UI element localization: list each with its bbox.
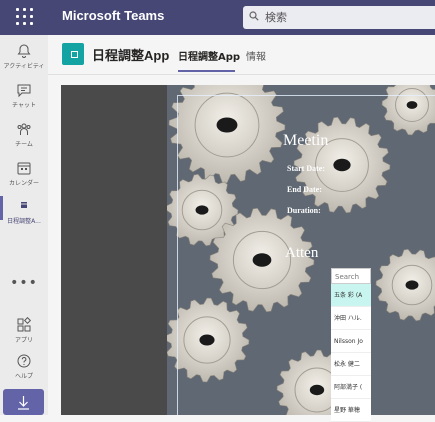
scheduler-app-icon — [21, 202, 27, 208]
search-icon — [249, 11, 259, 21]
calendar-icon — [17, 162, 31, 175]
rail-item-teams[interactable]: チーム — [0, 121, 48, 148]
app-header-title: 日程調整App — [92, 48, 170, 63]
app-content: Meetin Start Date: End Date: Duration: A… — [61, 85, 435, 415]
tab-about[interactable]: 情報 — [246, 48, 266, 63]
rail-item-help[interactable]: ヘルプ — [0, 353, 48, 380]
rail-item-apps[interactable]: アプリ — [0, 317, 48, 344]
rail-label: ヘルプ — [14, 373, 33, 380]
rail-item-calendar[interactable]: カレンダー — [0, 160, 48, 187]
left-rail: アクティビティ チャット チーム カレンダー 日程調整A... ••• アプリ … — [0, 35, 48, 415]
search-input[interactable]: 検索 — [243, 6, 435, 29]
attendees-title: Atten — [285, 245, 319, 261]
attendee-item[interactable]: 阿部満子 ( — [331, 376, 371, 399]
attendee-item[interactable]: 沖田 ハル. — [331, 307, 371, 330]
attendee-list: 五条 彩 (A 沖田 ハル. Nilsson Jo 松永 健二 阿部満子 ( 星… — [331, 284, 371, 422]
duration-label: Duration: — [287, 206, 321, 215]
rail-label: カレンダー — [8, 180, 39, 187]
rail-label: チーム — [15, 141, 33, 148]
top-bar: Microsoft Teams 検索 — [0, 0, 435, 35]
download-icon — [18, 396, 29, 410]
search-placeholder: 検索 — [265, 11, 287, 24]
scheduler-app-logo-icon — [62, 43, 84, 65]
rail-label: アプリ — [14, 337, 33, 344]
rail-item-activity[interactable]: アクティビティ — [0, 43, 48, 70]
rail-item-chat[interactable]: チャット — [0, 82, 48, 109]
tab-scheduler-app[interactable]: 日程調整App — [178, 48, 240, 63]
rail-label: 日程調整A... — [7, 218, 41, 225]
attendee-item[interactable]: Nilsson Jo — [331, 330, 371, 353]
start-date-label: Start Date: — [287, 164, 325, 173]
bell-icon — [17, 44, 31, 58]
apps-icon — [17, 317, 32, 332]
attendee-item[interactable]: 松永 健二 — [331, 353, 371, 376]
rail-label: アクティビティ — [3, 63, 45, 70]
attendee-search-input[interactable]: Search use — [331, 268, 371, 297]
teams-icon — [17, 123, 31, 135]
attendee-item[interactable]: 星野 華穂 — [331, 399, 371, 422]
app-launcher-icon[interactable] — [16, 8, 34, 26]
chat-icon — [17, 84, 31, 98]
attendee-item[interactable]: 五条 彩 (A — [331, 284, 371, 307]
app-title: Microsoft Teams — [62, 8, 165, 23]
app-header: 日程調整App 日程調整App 情報 — [48, 35, 435, 75]
end-date-label: End Date: — [287, 185, 322, 194]
meeting-title: Meetin — [283, 132, 329, 149]
download-button[interactable] — [3, 389, 44, 415]
active-tab-indicator — [178, 70, 235, 72]
rail-item-scheduler-app[interactable]: 日程調整A... — [0, 196, 48, 225]
help-icon — [17, 354, 31, 368]
content-side-panel — [61, 85, 167, 415]
more-apps-button[interactable]: ••• — [0, 275, 48, 291]
rail-label: チャット — [12, 102, 36, 109]
